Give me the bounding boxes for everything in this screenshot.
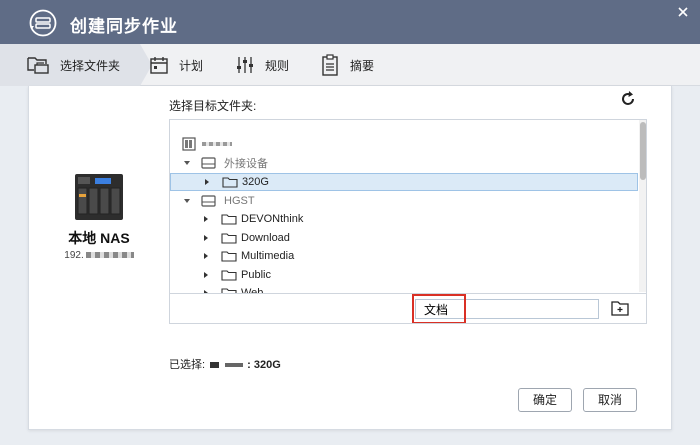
window-title: 创建同步作业	[70, 17, 178, 36]
tree-row-folder[interactable]: Public	[170, 266, 638, 284]
expand-right-icon[interactable]	[202, 234, 210, 242]
step-label: 计划	[179, 58, 204, 73]
ip-prefix: 192.	[64, 250, 84, 261]
tree-row-folder[interactable]: Multimedia	[170, 247, 638, 265]
redacted-path	[210, 362, 220, 369]
step-label: 摘要	[350, 58, 375, 73]
expand-right-icon[interactable]	[202, 252, 210, 260]
new-folder-icon[interactable]	[611, 300, 629, 316]
expand-down-icon[interactable]	[183, 197, 191, 205]
tree-label: Multimedia	[241, 250, 295, 262]
folder-icon	[221, 214, 237, 225]
folder-icon	[221, 251, 237, 262]
annotation-highlight	[412, 294, 466, 323]
source-device-ip: 192.	[29, 250, 169, 261]
target-folder-heading: 选择目标文件夹:	[169, 99, 257, 113]
drive-icon	[201, 195, 216, 207]
redacted-path	[225, 363, 244, 368]
clipboard-icon	[322, 54, 338, 76]
sliders-icon	[237, 57, 253, 73]
step-summary[interactable]: 摘要	[320, 44, 374, 86]
tree-label: DEVONthink	[241, 213, 304, 225]
tree-row-hgst[interactable]: HGST	[170, 192, 638, 210]
folder-icon	[221, 270, 237, 281]
tree-label: 320G	[242, 176, 269, 188]
tree-row-selected[interactable]: 320G	[170, 173, 638, 191]
step-label: 规则	[265, 58, 290, 73]
title-bar: 创建同步作业	[0, 0, 700, 44]
expand-right-icon[interactable]	[202, 271, 210, 279]
redacted-ip	[85, 252, 134, 259]
tree-row-folder[interactable]: Download	[170, 229, 638, 247]
selected-folder: : 320G	[247, 359, 281, 371]
selected-prefix: 已选择:	[169, 359, 209, 371]
content-panel: 本地 NAS 192. 选择目标文件夹: 外接设备 320G HGST DEVO…	[28, 86, 672, 430]
ok-button[interactable]: 确定	[518, 388, 572, 412]
step-label: 选择文件夹	[60, 58, 121, 73]
folder-icon	[221, 233, 237, 244]
drive-icon	[201, 157, 216, 169]
tree-label: 外接设备	[224, 158, 268, 170]
close-icon[interactable]	[676, 5, 690, 19]
folder-tree: 外接设备 320G HGST DEVONthink Download Multi…	[169, 119, 647, 324]
cancel-button[interactable]: 取消	[583, 388, 637, 412]
expand-right-icon[interactable]	[202, 215, 210, 223]
step-select-folder[interactable]: 选择文件夹	[0, 44, 152, 86]
tree-row-external[interactable]: 外接设备	[170, 154, 638, 172]
expand-down-icon[interactable]	[183, 159, 191, 167]
sync-app-icon	[29, 9, 57, 37]
wizard-steps: 选择文件夹 计划 规则 摘要	[0, 44, 700, 86]
source-device-name: 本地 NAS	[68, 230, 130, 246]
tree-label: Download	[241, 232, 290, 244]
selected-path: 已选择: : 320G	[169, 356, 281, 372]
expand-right-icon[interactable]	[203, 178, 211, 186]
folder-link-icon	[27, 57, 49, 74]
step-rules[interactable]: 规则	[235, 44, 289, 86]
nas-root-icon	[182, 137, 196, 151]
step-schedule[interactable]: 计划	[149, 44, 203, 86]
tree-label: Public	[241, 269, 271, 281]
tree-scrollbar-thumb[interactable]	[640, 122, 646, 180]
tree-row-root[interactable]	[170, 135, 638, 153]
tree-label: HGST	[224, 195, 255, 207]
folder-icon	[222, 177, 238, 188]
redacted-root-name	[202, 142, 232, 146]
calendar-icon	[150, 57, 168, 74]
refresh-icon[interactable]	[619, 90, 637, 108]
tree-row-folder[interactable]: DEVONthink	[170, 210, 638, 228]
tree-footer	[170, 293, 646, 323]
nas-device-icon	[75, 174, 123, 220]
